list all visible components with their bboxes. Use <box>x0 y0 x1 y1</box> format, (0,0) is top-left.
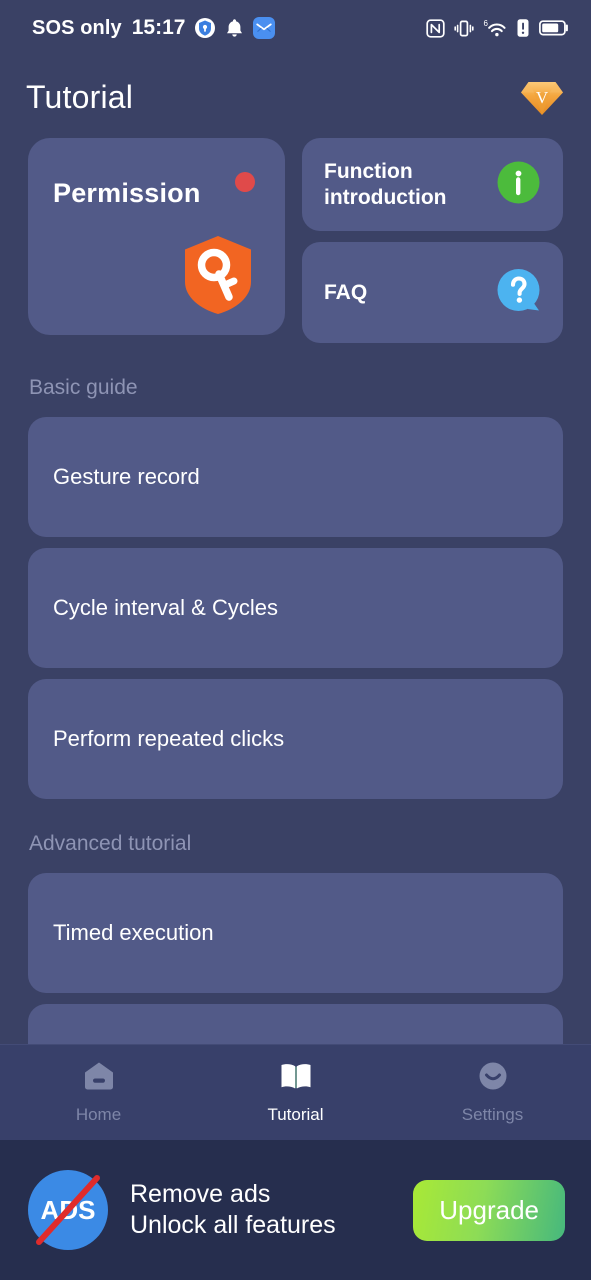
mail-icon <box>253 17 276 39</box>
shield-badge-icon <box>194 17 216 39</box>
clock-label: 15:17 <box>131 16 186 39</box>
header: Tutorial V <box>0 56 591 138</box>
nav-item-tutorial[interactable]: Tutorial <box>197 1060 394 1125</box>
nav-label-settings: Settings <box>461 1105 524 1124</box>
nav-item-settings[interactable]: Settings <box>394 1060 591 1125</box>
status-badge <box>235 172 255 192</box>
vip-badge-button[interactable]: V <box>519 75 565 119</box>
battery-icon <box>539 19 569 37</box>
alert-icon <box>516 18 530 38</box>
upgrade-button[interactable]: Upgrade <box>413 1179 565 1241</box>
list-item[interactable]: Cycle interval & Cycles <box>28 548 563 668</box>
question-bubble-icon <box>496 267 541 318</box>
key-shield-icon <box>181 235 255 315</box>
faq-label: FAQ <box>324 280 368 304</box>
banner-text: Remove ads Unlock all features <box>130 1179 393 1242</box>
book-icon <box>279 1060 313 1097</box>
info-circle-icon <box>496 160 541 210</box>
no-ads-icon: ADS <box>26 1168 110 1252</box>
upgrade-banner[interactable]: ADS Remove ads Unlock all features Upgra… <box>0 1140 591 1280</box>
svg-text:6: 6 <box>484 19 489 28</box>
function-introduction-card[interactable]: Function introduction <box>302 138 563 231</box>
smiley-icon <box>476 1060 510 1097</box>
wifi-6-icon: 6 <box>483 18 507 38</box>
carrier-label: SOS only <box>32 16 122 39</box>
banner-line-1: Remove ads <box>130 1179 271 1208</box>
tutorial-content: Permission Function introduction FAQ Bas… <box>0 138 591 1044</box>
home-icon <box>82 1060 116 1097</box>
list-item[interactable]: Gesture record <box>28 417 563 537</box>
top-cards-grid: Permission Function introduction FAQ <box>28 138 563 343</box>
bell-icon <box>225 18 244 38</box>
nav-item-home[interactable]: Home <box>0 1060 197 1125</box>
status-bar-left: SOS only 15:17 <box>32 16 276 40</box>
section-heading-advanced-tutorial: Advanced tutorial <box>29 832 192 855</box>
nav-label-tutorial: Tutorial <box>267 1105 324 1124</box>
section-heading-basic-guide: Basic guide <box>29 376 138 399</box>
diamond-vip-icon: V <box>521 82 563 115</box>
page-title: Tutorial <box>26 78 134 115</box>
bottom-nav: Home Tutorial Settings <box>0 1044 591 1140</box>
faq-card[interactable]: FAQ <box>302 242 563 343</box>
permission-label: Permission <box>53 178 201 208</box>
banner-line-2: Unlock all features <box>130 1211 336 1239</box>
svg-text:V: V <box>536 88 549 107</box>
permission-card[interactable]: Permission <box>28 138 285 335</box>
vibrate-icon <box>454 19 474 38</box>
list-item[interactable]: Perform repeated clicks <box>28 679 563 799</box>
list-item[interactable] <box>28 1004 563 1044</box>
nav-label-home: Home <box>75 1105 122 1124</box>
status-bar-right: 6 <box>426 18 569 38</box>
function-introduction-label: Function introduction <box>324 159 447 209</box>
status-bar: SOS only 15:17 6 <box>0 0 591 56</box>
nfc-icon <box>426 18 445 38</box>
app-screen: SOS only 15:17 6 Tutorial V Permission F… <box>0 0 591 1280</box>
right-cards-column: Function introduction FAQ <box>302 138 563 343</box>
list-item[interactable]: Timed execution <box>28 873 563 993</box>
